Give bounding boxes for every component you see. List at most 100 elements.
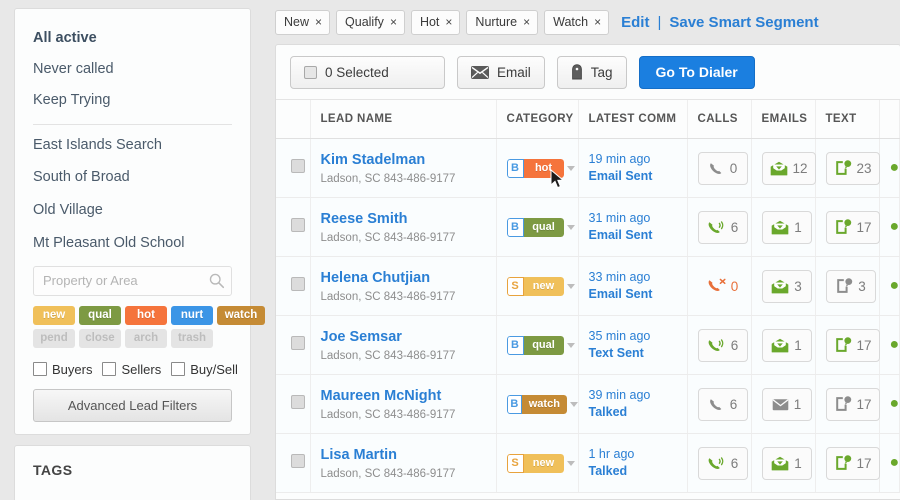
latest-comm-time[interactable]: 35 min ago (589, 328, 687, 345)
status-pill-close[interactable]: close (79, 329, 121, 348)
row-checkbox[interactable] (291, 218, 305, 232)
sidebar-item-old-village[interactable]: Old Village (33, 194, 232, 227)
latest-comm-action[interactable]: Talked (589, 404, 687, 421)
latest-comm-action[interactable]: Text Sent (589, 345, 687, 362)
latest-comm-time[interactable]: 39 min ago (589, 387, 687, 404)
latest-comm-action[interactable]: Email Sent (589, 168, 687, 185)
chevron-down-icon[interactable] (567, 461, 575, 466)
texts-count-button[interactable]: 17 (826, 211, 880, 244)
overflow-cell[interactable]: ● (879, 316, 899, 375)
chevron-down-icon[interactable] (567, 284, 575, 289)
table-row[interactable]: Joe SemsarLadson, SC 843-486-9177Bqual35… (276, 316, 899, 375)
overflow-cell[interactable]: ● (879, 434, 899, 493)
overflow-cell[interactable]: ● (879, 198, 899, 257)
sidebar-item-keep-trying[interactable]: Keep Trying (33, 85, 232, 116)
segment-tag-new[interactable]: New × (275, 10, 330, 35)
overflow-cell[interactable]: ● (879, 257, 899, 316)
lead-name-link[interactable]: Helena Chutjian (321, 269, 496, 287)
lead-name-link[interactable]: Joe Semsar (321, 328, 496, 346)
lead-name-link[interactable]: Reese Smith (321, 210, 496, 228)
emails-count-button[interactable]: 1 (762, 388, 812, 421)
category-badge[interactable]: Bqual (507, 218, 564, 237)
sidebar-item-east-islands-search[interactable]: East Islands Search (33, 129, 232, 162)
chevron-down-icon[interactable] (567, 166, 575, 171)
edit-segment-link[interactable]: Edit (621, 14, 649, 31)
status-pill-watch[interactable]: watch (217, 306, 265, 325)
emails-count-button[interactable]: 1 (762, 329, 812, 362)
texts-count-button[interactable]: 17 (826, 329, 880, 362)
status-pill-new[interactable]: new (33, 306, 75, 325)
row-checkbox[interactable] (291, 277, 305, 291)
row-checkbox-cell[interactable] (276, 316, 310, 375)
latest-comm-time[interactable]: 1 hr ago (589, 446, 687, 463)
calls-count-button[interactable]: 6 (698, 388, 748, 421)
lead-name-link[interactable]: Kim Stadelman (321, 151, 496, 169)
sidebar-item-never-called[interactable]: Never called (33, 54, 232, 85)
latest-comm-time[interactable]: 19 min ago (589, 151, 687, 168)
table-row[interactable]: Helena ChutjianLadson, SC 843-486-9177Sn… (276, 257, 899, 316)
latest-comm-time[interactable]: 31 min ago (589, 210, 687, 227)
save-smart-segment-link[interactable]: Save Smart Segment (669, 14, 818, 31)
column-header-emails[interactable]: EMAILS (751, 100, 815, 139)
more-actions-icon[interactable]: ● (890, 395, 900, 412)
row-checkbox-cell[interactable] (276, 139, 310, 198)
texts-count-button[interactable]: 23 (826, 152, 880, 185)
segment-tag-nurture[interactable]: Nurture × (466, 10, 538, 35)
category-badge[interactable]: Snew (507, 454, 564, 473)
lead-name-link[interactable]: Maureen McNight (321, 387, 496, 405)
table-row[interactable]: Maureen McNightLadson, SC 843-486-9177Bw… (276, 375, 899, 434)
chevron-down-icon[interactable] (567, 225, 575, 230)
latest-comm-action[interactable]: Talked (589, 463, 687, 480)
go-to-dialer-button[interactable]: Go To Dialer (639, 56, 755, 89)
latest-comm-action[interactable]: Email Sent (589, 227, 687, 244)
calls-count-button[interactable]: 6 (698, 447, 748, 480)
close-icon[interactable]: × (390, 15, 397, 29)
row-checkbox[interactable] (291, 159, 305, 173)
column-header-text[interactable]: TEXT (815, 100, 879, 139)
close-icon[interactable]: × (445, 15, 452, 29)
emails-count-button[interactable]: 3 (762, 270, 812, 303)
category-badge[interactable]: Bwatch (507, 395, 567, 414)
sidebar-item-all-active[interactable]: All active (33, 23, 232, 54)
emails-count-button[interactable]: 1 (762, 211, 812, 244)
segment-tag-qualify[interactable]: Qualify × (336, 10, 405, 35)
row-checkbox-cell[interactable] (276, 434, 310, 493)
overflow-cell[interactable]: ● (879, 375, 899, 434)
table-row[interactable]: Kim StadelmanLadson, SC 843-486-9177Bhot… (276, 139, 899, 198)
calls-count-button[interactable]: 6 (698, 211, 748, 244)
lead-name-link[interactable]: Lisa Martin (321, 446, 496, 464)
table-row[interactable]: Reese SmithLadson, SC 843-486-9177Bqual3… (276, 198, 899, 257)
overflow-cell[interactable]: ● (879, 139, 899, 198)
more-actions-icon[interactable]: ● (890, 454, 900, 471)
emails-count-button[interactable]: 12 (762, 152, 816, 185)
tag-button[interactable]: Tag (557, 56, 627, 89)
sidebar-item-south-of-broad[interactable]: South of Broad (33, 161, 232, 194)
status-pill-pend[interactable]: pend (33, 329, 75, 348)
calls-count-button[interactable]: 0 (698, 152, 748, 185)
row-checkbox-cell[interactable] (276, 198, 310, 257)
calls-count-button[interactable]: 0 (698, 270, 748, 303)
more-actions-icon[interactable]: ● (890, 277, 900, 294)
email-button[interactable]: Email (457, 56, 545, 89)
close-icon[interactable]: × (594, 15, 601, 29)
column-header-latest-comm[interactable]: LATEST COMM (578, 100, 687, 139)
status-pill-hot[interactable]: hot (125, 306, 167, 325)
row-checkbox-cell[interactable] (276, 375, 310, 434)
chevron-down-icon[interactable] (567, 343, 575, 348)
checkbox-buyers[interactable]: Buyers (33, 362, 92, 377)
close-icon[interactable]: × (315, 15, 322, 29)
status-pill-nurt[interactable]: nurt (171, 306, 213, 325)
checkbox-buy-sell-box[interactable] (171, 362, 185, 376)
status-pill-qual[interactable]: qual (79, 306, 121, 325)
texts-count-button[interactable]: 17 (826, 388, 880, 421)
latest-comm-action[interactable]: Email Sent (589, 286, 687, 303)
status-pill-trash[interactable]: trash (171, 329, 213, 348)
checkbox-sellers[interactable]: Sellers (102, 362, 161, 377)
column-header-calls[interactable]: CALLS (687, 100, 751, 139)
more-actions-icon[interactable]: ● (890, 159, 900, 176)
checkbox-buy-sell[interactable]: Buy/Sell (171, 362, 238, 377)
table-row[interactable]: Lisa MartinLadson, SC 843-486-9177Snew1 … (276, 434, 899, 493)
segment-tag-watch[interactable]: Watch × (544, 10, 609, 35)
calls-count-button[interactable]: 6 (698, 329, 748, 362)
segment-tag-hot[interactable]: Hot × (411, 10, 460, 35)
